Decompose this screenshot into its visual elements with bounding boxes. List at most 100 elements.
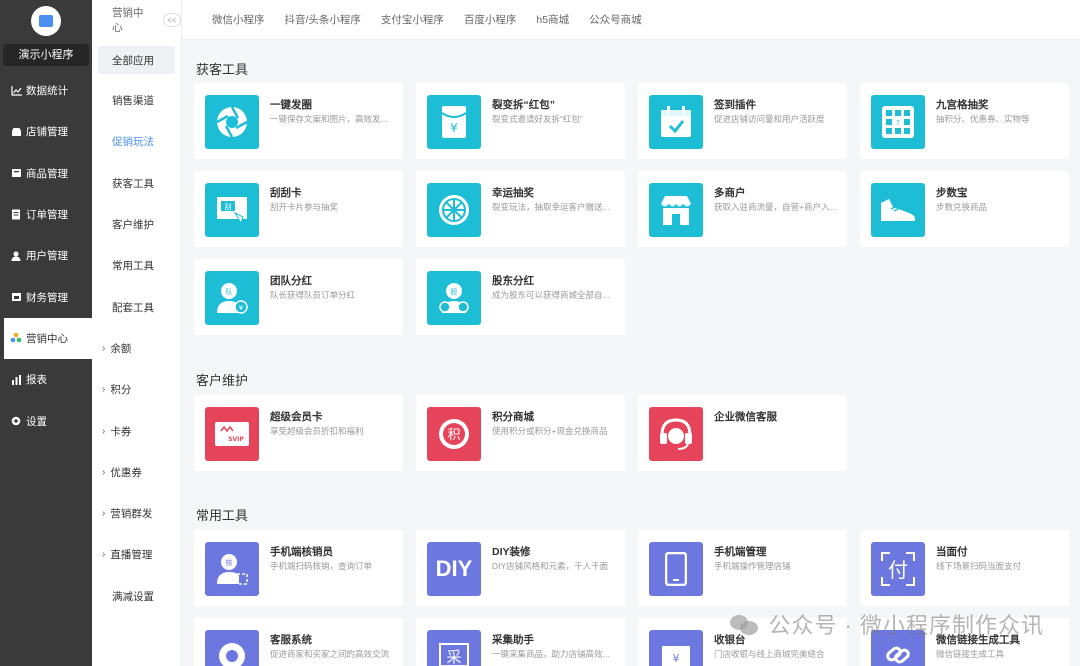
nav-label: 商品管理 (26, 167, 68, 180)
subnav-item-common-tools[interactable]: 常用工具 (92, 245, 181, 286)
subnav-item-all-apps[interactable]: 全部应用 (98, 46, 175, 74)
card-desc: 享受超级会员折扣和福利 (270, 426, 364, 436)
app-card[interactable]: 核 手机端核销员 手机端扫码核销，查询订单 (194, 530, 403, 606)
platform-tabs: 微信小程序 抖音/头条小程序 支付宝小程序 百度小程序 h5商城 公众号商城 (182, 0, 1080, 40)
app-card[interactable]: 步数宝 步数兑换商品 (860, 171, 1069, 247)
subnav-item-supporting-tools[interactable]: 配套工具 (92, 286, 181, 327)
app-card[interactable]: 付 当面付 线下场景扫码当面支付 (860, 530, 1069, 606)
tab-official-account-mall[interactable]: 公众号商城 (589, 12, 642, 27)
points-icon: 积 (427, 407, 481, 461)
nav-item-settings[interactable]: 设置 (0, 400, 92, 441)
shareholder-icon: 股 (427, 271, 481, 325)
gear-icon (10, 415, 22, 427)
subnav-label: 卡券 (110, 425, 132, 438)
calendar-check-icon (649, 95, 703, 149)
chevron-right-icon: › (102, 384, 106, 396)
subnav-item-balance[interactable]: › 余额 (92, 328, 181, 369)
card-desc: 获取入驻商流量，自营+商户入... (714, 202, 837, 212)
subnav-item-cards[interactable]: › 卡券 (92, 410, 181, 451)
subnav-item-coupons[interactable]: › 优惠券 (92, 452, 181, 493)
app-card[interactable]: 采 采集助手 一键采集商品，助力店铺高效... (416, 618, 625, 666)
app-card[interactable]: DIY DIY装修 DIY店铺风格和元素，千人千面 (416, 530, 625, 606)
collapse-button[interactable]: << (162, 13, 181, 27)
main-sidebar: 演示小程序 数据统计 店铺管理 商品管理 订单管理 用户管理 财务管理 营销中心 (0, 0, 92, 666)
nav-label: 订单管理 (26, 209, 68, 222)
nav-label: 报表 (26, 374, 47, 387)
nav-label: 设置 (26, 415, 47, 428)
app-card[interactable]: SVIP 超级会员卡 享受超级会员折扣和福利 (194, 395, 403, 471)
card-desc: 一键采集商品，助力店铺高效... (492, 649, 610, 659)
card-title: 积分商城 (492, 411, 534, 423)
user-icon (10, 250, 22, 262)
nav-item-data-stats[interactable]: 数据统计 (0, 70, 92, 111)
nav-item-reports[interactable]: 报表 (0, 359, 92, 400)
nav-item-goods[interactable]: 商品管理 (0, 153, 92, 194)
nav-item-finance[interactable]: 财务管理 (0, 276, 92, 317)
svg-text:¥: ¥ (239, 304, 244, 312)
app-card[interactable]: 企业微信客服 (638, 395, 847, 471)
verify-label: 核 (226, 558, 233, 567)
app-logo[interactable] (31, 6, 61, 36)
subnav-item-points[interactable]: › 积分 (92, 369, 181, 410)
shop-name[interactable]: 演示小程序 (3, 44, 89, 66)
app-card[interactable]: 签到插件 促进店铺访问量和用户活跃度 (638, 83, 847, 159)
tab-douyin-miniprogram[interactable]: 抖音/头条小程序 (285, 12, 361, 27)
subnav-item-customer[interactable]: 客户维护 (92, 204, 181, 245)
subnav-item-broadcast[interactable]: › 营销群发 (92, 493, 181, 534)
nav-item-users[interactable]: 用户管理 (0, 235, 92, 276)
svg-text:¥: ¥ (450, 121, 458, 135)
app-card[interactable]: 幸运抽奖 裂变玩法，抽取幸运客户赠送... (416, 171, 625, 247)
nav-item-orders[interactable]: 订单管理 (0, 194, 92, 235)
subnav-item-sales-channel[interactable]: 销售渠道 (92, 80, 181, 121)
app-card[interactable]: 刮 刮刮卡 刮开卡片参与抽奖 (194, 171, 403, 247)
pay-label: 付 (888, 558, 908, 582)
tab-wechat-miniprogram[interactable]: 微信小程序 (212, 12, 265, 27)
main-content: 获客工具 一键发圈 一键保存文案和图片，高效发... ¥ 裂变拆“红包” 裂变式… (182, 41, 1080, 666)
card-desc: 门店收银与线上商城完美结合 (714, 649, 825, 659)
card-desc: 手机端操作管理店铺 (714, 561, 791, 571)
card-title: 裂变拆“红包” (492, 99, 555, 111)
subnav-item-acquisition[interactable]: 获客工具 (92, 163, 181, 204)
app-card[interactable]: 股 股东分红 成为股东可以获得商城全部自... (416, 259, 625, 335)
card-desc: 促进商家和买家之间的高效交流 (270, 649, 390, 659)
section-title-customer: 客户维护 (196, 373, 249, 388)
app-card[interactable]: ? 九宫格抽奖 抽积分、优惠券、实物等 (860, 83, 1069, 159)
app-card[interactable]: 队 ¥ 团队分红 队长获得队员订单分红 (194, 259, 403, 335)
subnav-item-live[interactable]: › 直播管理 (92, 534, 181, 575)
nav-item-shop[interactable]: 店铺管理 (0, 111, 92, 152)
card-title: 幸运抽奖 (492, 187, 534, 199)
card-desc: DIY店铺风格和元素，千人千面 (492, 561, 609, 571)
subnav-title: 营销中心 (112, 7, 144, 34)
app-card[interactable]: 客服系统 促进商家和买家之间的高效交流 (194, 618, 403, 666)
card-title: 步数宝 (936, 187, 968, 199)
nav-label: 数据统计 (26, 85, 68, 98)
chevron-right-icon: › (102, 549, 106, 561)
bar-chart-icon (10, 374, 22, 386)
tab-h5-mall[interactable]: h5商城 (536, 12, 569, 27)
app-card[interactable]: 多商户 获取入驻商流量，自营+商户入... (638, 171, 847, 247)
storefront-icon (649, 183, 703, 237)
section-title-common-tools: 常用工具 (196, 508, 249, 523)
card-title: 采集助手 (492, 634, 534, 646)
subnav-label: 积分 (110, 384, 132, 397)
card-desc: 微信链接生成工具 (936, 649, 1005, 659)
collect-icon: 采 (427, 630, 481, 666)
svg-text:队: 队 (226, 287, 233, 296)
diy-label: DIY (435, 556, 473, 581)
card-title: 多商户 (714, 187, 746, 199)
app-card[interactable]: 手机端管理 手机端操作管理店铺 (638, 530, 847, 606)
subnav-item-discount[interactable]: 满减设置 (92, 576, 181, 617)
nav-label: 店铺管理 (26, 126, 68, 139)
headset-icon (649, 407, 703, 461)
tab-alipay-miniprogram[interactable]: 支付宝小程序 (381, 12, 444, 27)
nav-item-marketing[interactable]: 营销中心 (4, 317, 92, 360)
svg-text:?: ? (896, 119, 900, 127)
subnav-item-promotion[interactable]: 促销玩法 (92, 121, 181, 162)
app-card[interactable]: 积 积分商城 使用积分或积分+现金兑换商品 (416, 395, 625, 471)
svg-text:刮: 刮 (225, 202, 232, 211)
chevron-right-icon: › (102, 466, 106, 478)
app-card[interactable]: 一键发圈 一键保存文案和图片，高效发... (194, 83, 403, 159)
app-card[interactable]: ¥ 裂变拆“红包” 裂变式邀请好友拆“红包” (416, 83, 625, 159)
order-list-icon (10, 209, 22, 221)
tab-baidu-miniprogram[interactable]: 百度小程序 (464, 12, 517, 27)
